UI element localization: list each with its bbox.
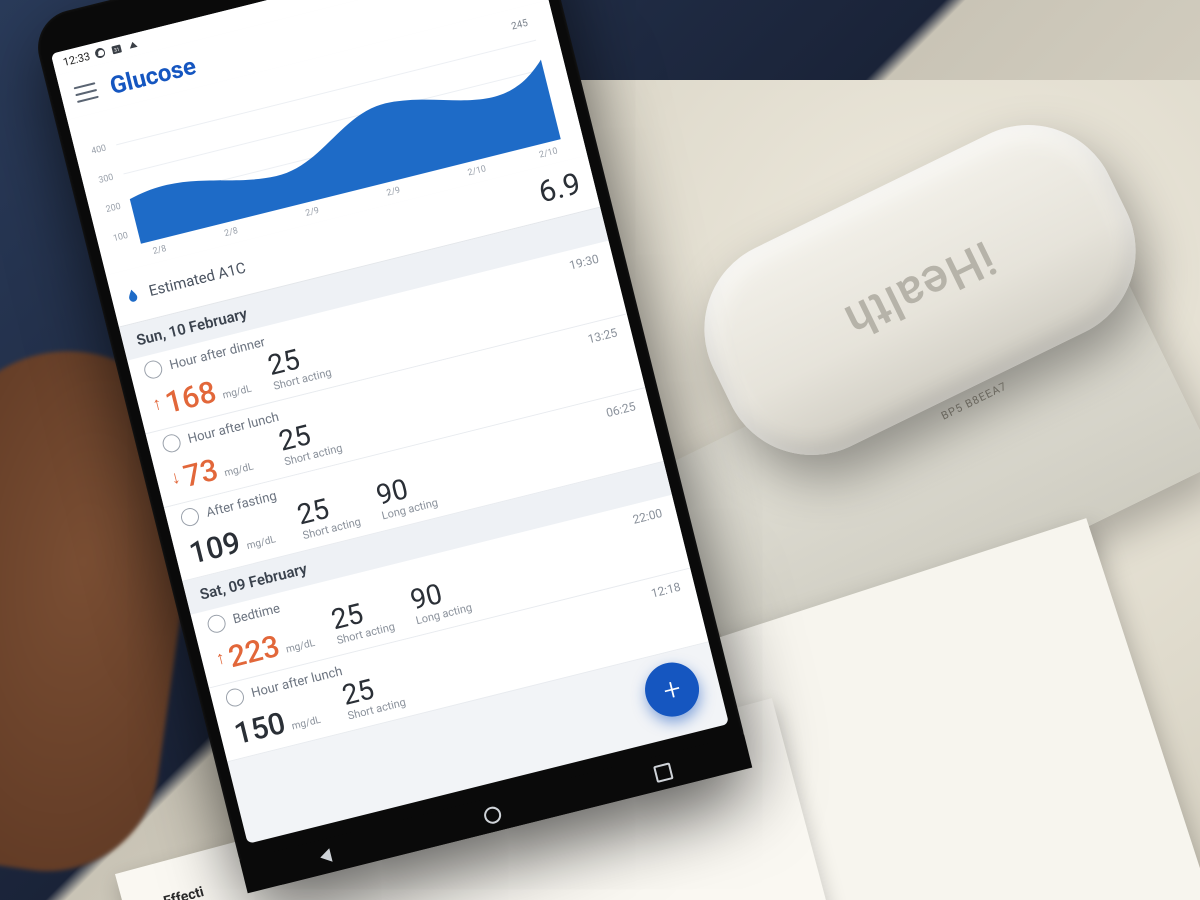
home-button[interactable] bbox=[483, 804, 504, 825]
app-icon bbox=[126, 37, 141, 52]
insulin-dose: 90Long acting bbox=[374, 469, 440, 523]
glucose-value: 168 bbox=[162, 378, 219, 419]
glucose-unit: mg/dL bbox=[223, 461, 254, 479]
status-time: 12:33 bbox=[62, 49, 92, 68]
glucose-unit: mg/dL bbox=[222, 384, 253, 402]
chart-max-label: 245 bbox=[510, 18, 529, 33]
meal-time-icon bbox=[179, 506, 201, 528]
drop-icon bbox=[124, 284, 142, 305]
glucose-value: 73 bbox=[181, 455, 221, 492]
svg-text:2/9: 2/9 bbox=[386, 186, 402, 199]
arrow-up-icon: ↑ bbox=[151, 395, 164, 415]
glucose-unit: mg/dL bbox=[291, 715, 322, 733]
insulin-dose: 25Short acting bbox=[295, 488, 363, 542]
svg-text:2/9: 2/9 bbox=[305, 206, 321, 219]
device-brand-label: iHealth bbox=[836, 229, 1005, 350]
a1c-label: Estimated A1C bbox=[147, 258, 248, 299]
insulin-dose: 25Short acting bbox=[329, 593, 397, 647]
recents-button[interactable] bbox=[653, 762, 674, 783]
arrow-down-icon: ↓ bbox=[169, 469, 182, 489]
ytick: 400 bbox=[90, 143, 107, 156]
svg-text:2/10: 2/10 bbox=[467, 164, 487, 178]
meal-time-icon bbox=[224, 687, 246, 709]
svg-text:2/8: 2/8 bbox=[152, 244, 168, 257]
glucose-value: 109 bbox=[187, 528, 244, 569]
ytick: 300 bbox=[98, 173, 115, 186]
a1c-value: 6.9 bbox=[535, 166, 584, 210]
paper2-heading: Effecti bbox=[162, 884, 206, 900]
glucose-unit: mg/dL bbox=[246, 534, 277, 552]
insulin-dose: 25Short acting bbox=[340, 668, 408, 722]
insulin-dose: 25Short acting bbox=[265, 339, 333, 393]
meal-time-icon bbox=[142, 359, 164, 381]
calendar-icon: 31 bbox=[110, 42, 125, 57]
arrow-up-icon: ↑ bbox=[214, 649, 227, 669]
glucose-value: 150 bbox=[232, 709, 289, 750]
glucose-unit: mg/dL bbox=[285, 638, 316, 656]
ytick: 200 bbox=[105, 202, 122, 215]
insulin-dose: 90Long acting bbox=[408, 574, 474, 628]
menu-button[interactable] bbox=[74, 82, 99, 103]
svg-text:2/10: 2/10 bbox=[538, 146, 558, 160]
back-button[interactable] bbox=[319, 848, 333, 864]
insulin-dose: 25Short acting bbox=[276, 414, 344, 468]
svg-text:2/8: 2/8 bbox=[223, 226, 239, 239]
glucose-reading: 150mg/dL bbox=[232, 699, 329, 750]
photo-scene: iHealth BP5 B8EEA7 A COMPRE PATIENTS Dat… bbox=[0, 0, 1200, 900]
meal-time-icon bbox=[161, 432, 183, 454]
ytick: 100 bbox=[112, 231, 129, 244]
meal-time-icon bbox=[206, 613, 228, 635]
glucose-value: 223 bbox=[226, 632, 283, 673]
whatsapp-icon bbox=[93, 46, 108, 61]
